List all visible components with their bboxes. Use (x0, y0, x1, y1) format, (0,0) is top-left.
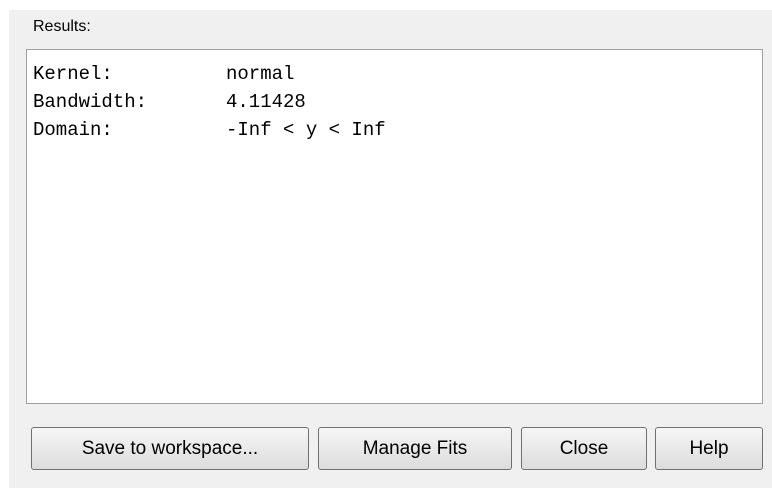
results-table: Kernel: normal Bandwidth: 4.11428 Domain… (33, 60, 386, 144)
help-button[interactable]: Help (655, 427, 763, 470)
domain-label: Domain: (33, 119, 113, 141)
bandwidth-label: Bandwidth: (33, 91, 148, 113)
results-panel: Results: Kernel: normal Bandwidth: 4.114… (9, 10, 772, 488)
save-to-workspace-button[interactable]: Save to workspace... (31, 427, 309, 470)
results-row-domain: Domain: -Inf < y < Inf (33, 116, 386, 144)
kernel-value: normal (226, 63, 295, 85)
bandwidth-value: 4.11428 (226, 91, 306, 113)
domain-value: -Inf < y < Inf (226, 119, 386, 141)
manage-fits-button[interactable]: Manage Fits (318, 427, 512, 470)
results-label: Results: (33, 18, 91, 35)
close-button[interactable]: Close (521, 427, 647, 470)
results-row-bandwidth: Bandwidth: 4.11428 (33, 88, 386, 116)
results-row-kernel: Kernel: normal (33, 60, 386, 88)
kernel-label: Kernel: (33, 63, 113, 85)
results-textbox[interactable]: Kernel: normal Bandwidth: 4.11428 Domain… (26, 49, 763, 404)
